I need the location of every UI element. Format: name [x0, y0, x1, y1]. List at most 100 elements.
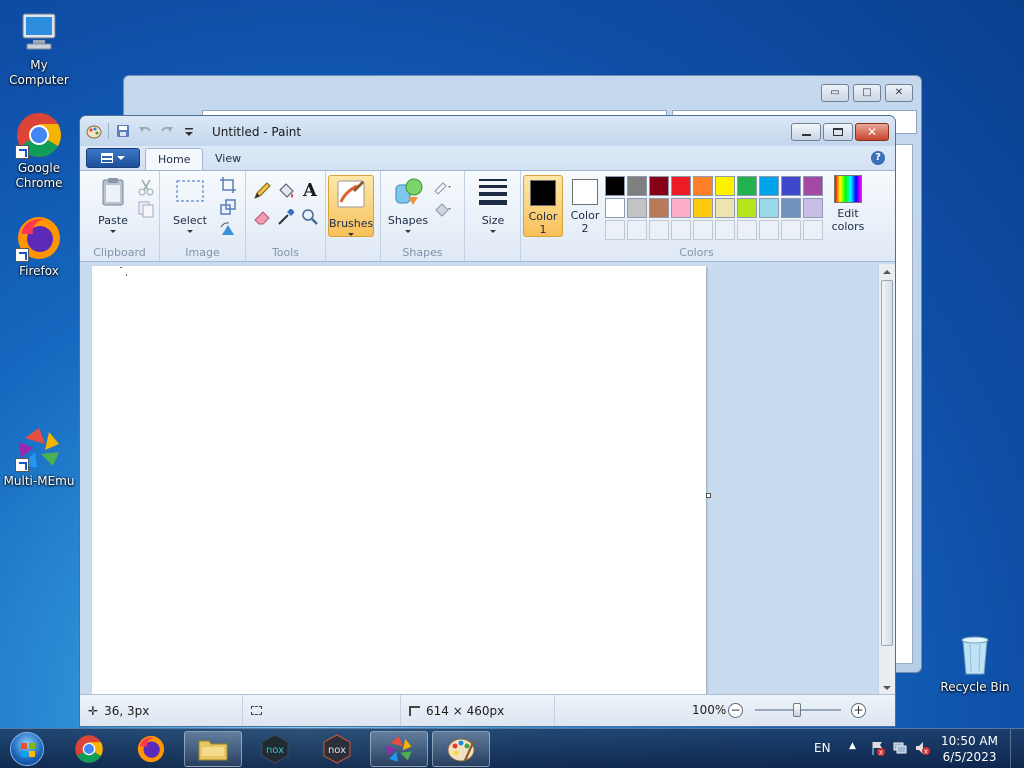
drawing-canvas[interactable]	[92, 266, 706, 696]
palette-color-swatch[interactable]	[671, 176, 691, 196]
palette-color-swatch[interactable]	[627, 198, 647, 218]
show-hidden-icons-icon[interactable]: ▲	[849, 741, 856, 751]
magnifier-icon[interactable]	[300, 207, 320, 227]
palette-custom-swatch[interactable]	[803, 220, 823, 240]
palette-color-swatch[interactable]	[605, 198, 625, 218]
palette-color-swatch[interactable]	[671, 198, 691, 218]
palette-color-swatch[interactable]	[759, 176, 779, 196]
palette-color-swatch[interactable]	[715, 198, 735, 218]
zoom-in-button[interactable]: +	[851, 703, 866, 718]
pencil-icon[interactable]	[252, 181, 272, 201]
eraser-icon[interactable]	[252, 207, 272, 227]
outline-icon[interactable]	[433, 177, 453, 197]
crop-icon[interactable]	[218, 175, 238, 195]
palette-custom-swatch[interactable]	[649, 220, 669, 240]
copy-icon[interactable]	[136, 199, 156, 219]
fill-icon[interactable]	[276, 181, 296, 201]
scroll-down-arrow-icon[interactable]	[883, 686, 891, 690]
undo-icon[interactable]	[137, 123, 153, 139]
save-icon[interactable]	[115, 123, 131, 139]
paint-menu-button[interactable]	[86, 148, 140, 168]
vertical-scrollbar[interactable]	[878, 264, 895, 696]
paint-window[interactable]: Untitled - Paint ✕ Home View ? Paste Cli…	[79, 115, 896, 727]
maximize-button[interactable]: □	[853, 84, 881, 102]
palette-color-swatch[interactable]	[781, 176, 801, 196]
palette-custom-swatch[interactable]	[605, 220, 625, 240]
canvas-resize-handle[interactable]	[706, 493, 711, 498]
resize-icon[interactable]	[218, 197, 238, 217]
palette-color-swatch[interactable]	[693, 176, 713, 196]
palette-color-swatch[interactable]	[737, 176, 757, 196]
palette-color-swatch[interactable]	[693, 198, 713, 218]
close-button[interactable]: ✕	[855, 123, 889, 141]
color1-button[interactable]: Color 1	[523, 175, 563, 237]
minimize-button[interactable]	[791, 123, 821, 141]
paste-button[interactable]: Paste	[90, 175, 136, 233]
chevron-down-icon	[490, 230, 496, 233]
color-picker-icon[interactable]	[276, 207, 296, 227]
scroll-up-arrow-icon[interactable]	[883, 270, 891, 274]
fill-style-icon[interactable]	[433, 199, 453, 219]
tab-home[interactable]: Home	[145, 148, 204, 170]
taskbar-multi-memu[interactable]	[370, 731, 428, 767]
palette-color-swatch[interactable]	[759, 198, 779, 218]
desktop-icon-recycle-bin[interactable]: Recycle Bin	[937, 630, 1013, 695]
zoom-slider[interactable]	[755, 703, 841, 717]
desktop-icon-multi-memu[interactable]: Multi-MEmu	[1, 424, 77, 489]
desktop-icon-google-chrome[interactable]: Google Chrome	[1, 111, 77, 191]
text-icon[interactable]: A	[300, 181, 320, 201]
help-icon[interactable]: ?	[871, 151, 885, 165]
taskbar-chrome[interactable]	[60, 731, 118, 767]
palette-color-swatch[interactable]	[649, 198, 669, 218]
palette-color-swatch[interactable]	[803, 198, 823, 218]
palette-color-swatch[interactable]	[605, 176, 625, 196]
taskbar-paint[interactable]	[432, 731, 490, 767]
zoom-out-button[interactable]: −	[728, 703, 743, 718]
clock[interactable]: 10:50 AM 6/5/2023	[941, 733, 998, 765]
edit-colors-button[interactable]: Edit colors	[827, 175, 869, 233]
color2-button[interactable]: Color 2	[565, 175, 605, 237]
palette-custom-swatch[interactable]	[781, 220, 801, 240]
palette-color-swatch[interactable]	[627, 176, 647, 196]
palette-custom-swatch[interactable]	[737, 220, 757, 240]
scroll-thumb[interactable]	[881, 280, 893, 646]
select-button[interactable]: Select	[168, 175, 212, 233]
desktop-icon-firefox[interactable]: Firefox	[1, 214, 77, 279]
brushes-button[interactable]: Brushes	[328, 175, 374, 237]
start-button[interactable]	[4, 730, 50, 768]
title-bar[interactable]: Untitled - Paint ✕	[80, 116, 895, 146]
clipboard-icon	[102, 178, 124, 206]
tab-view[interactable]: View	[203, 148, 253, 170]
palette-custom-swatch[interactable]	[627, 220, 647, 240]
color2-label: Color 2	[570, 209, 600, 235]
palette-color-swatch[interactable]	[649, 176, 669, 196]
palette-color-swatch[interactable]	[715, 176, 735, 196]
action-center-flag-icon[interactable]: x	[870, 740, 886, 756]
taskbar-nox-multi[interactable]: nox	[308, 731, 366, 767]
shapes-button[interactable]: Shapes	[385, 175, 431, 233]
taskbar-nox[interactable]: nox	[246, 731, 304, 767]
close-button[interactable]: ✕	[885, 84, 913, 102]
desktop-icon-my-computer[interactable]: My Computer	[1, 8, 77, 88]
size-button[interactable]: Size	[471, 175, 515, 233]
palette-color-swatch[interactable]	[803, 176, 823, 196]
palette-color-swatch[interactable]	[781, 198, 801, 218]
zoom-slider-knob[interactable]	[793, 703, 801, 717]
cut-icon[interactable]	[136, 177, 156, 197]
redo-icon[interactable]	[159, 123, 175, 139]
rotate-icon[interactable]	[218, 219, 238, 239]
network-icon[interactable]	[892, 740, 908, 756]
volume-muted-icon[interactable]: x	[914, 740, 930, 756]
customize-quick-access-icon[interactable]	[181, 123, 197, 139]
maximize-button[interactable]	[823, 123, 853, 141]
palette-custom-swatch[interactable]	[693, 220, 713, 240]
show-desktop-button[interactable]	[1010, 729, 1024, 768]
taskbar-file-explorer[interactable]	[184, 731, 242, 767]
palette-custom-swatch[interactable]	[715, 220, 735, 240]
palette-custom-swatch[interactable]	[759, 220, 779, 240]
palette-custom-swatch[interactable]	[671, 220, 691, 240]
minimize-button[interactable]: ▭	[821, 84, 849, 102]
taskbar-firefox[interactable]	[122, 731, 180, 767]
palette-color-swatch[interactable]	[737, 198, 757, 218]
language-indicator[interactable]: EN	[814, 741, 831, 755]
